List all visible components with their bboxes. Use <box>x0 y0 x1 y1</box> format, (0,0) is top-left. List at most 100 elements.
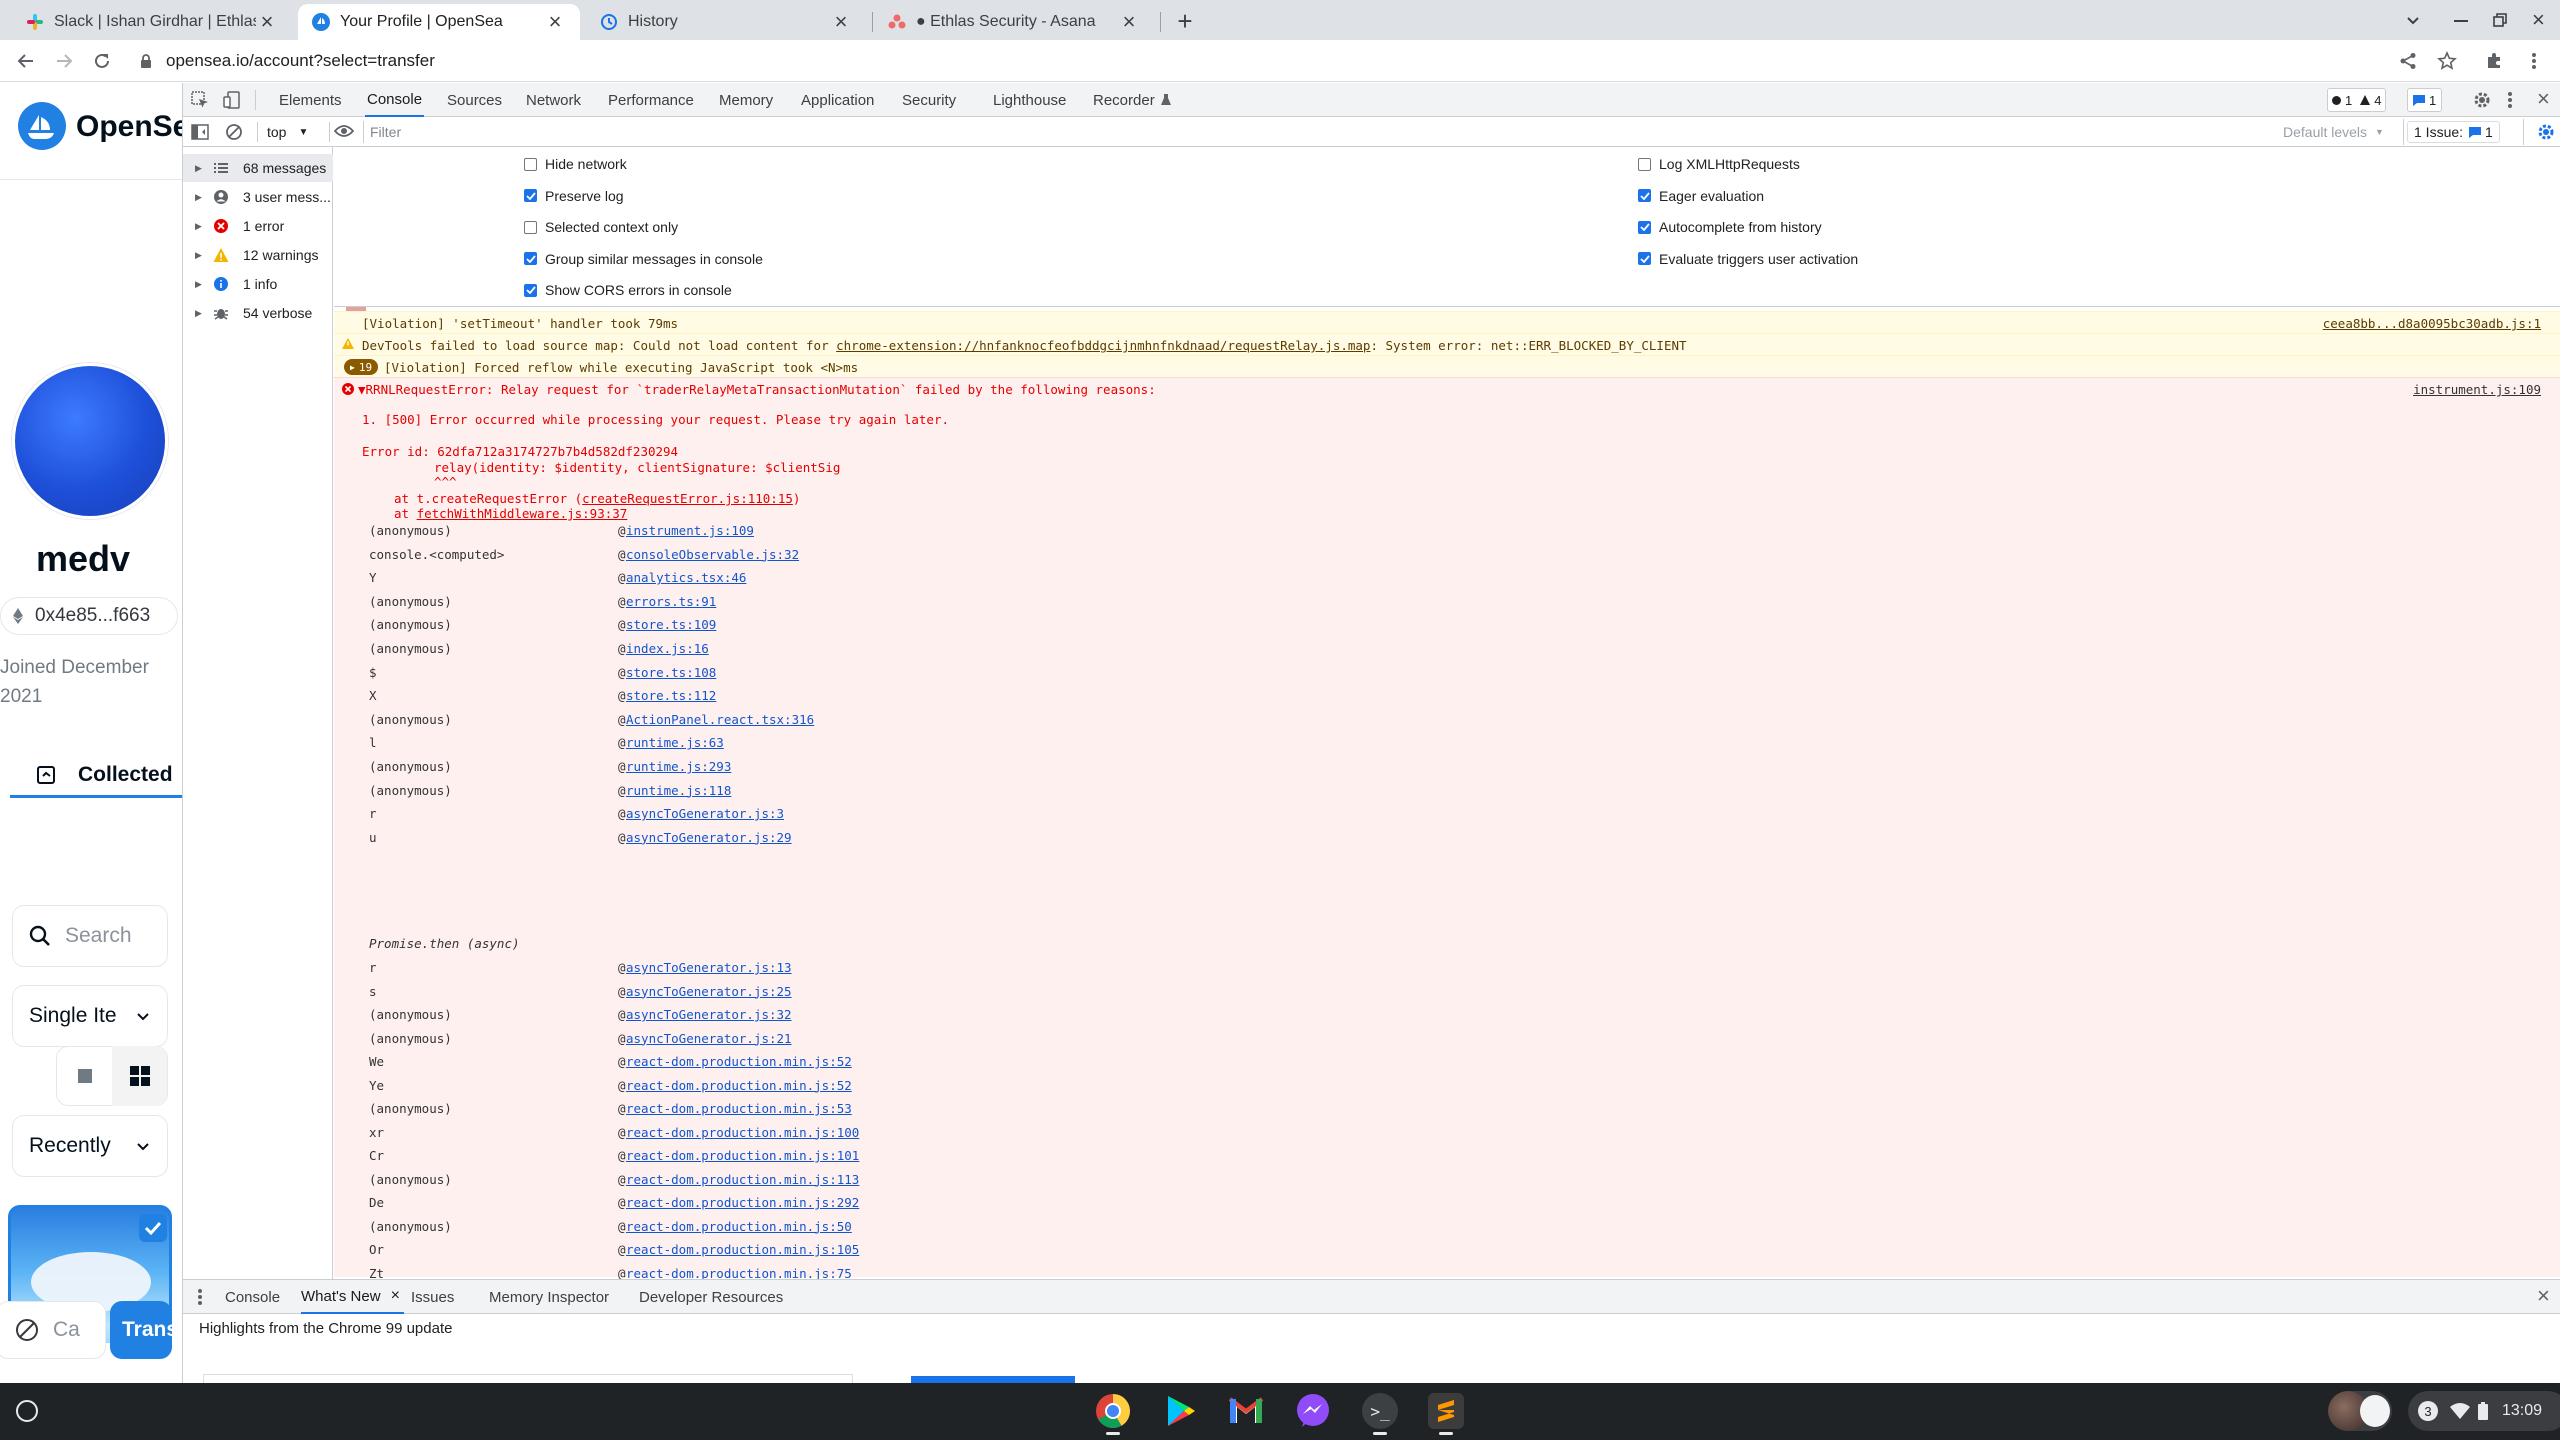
grid-view-icon[interactable] <box>112 1046 167 1106</box>
sidebar-filter-user[interactable]: ▶ 3 user mess... <box>183 183 333 211</box>
opensea-brand[interactable]: OpenSea <box>76 110 182 144</box>
console-settings-gear-icon[interactable] <box>2537 123 2555 141</box>
stack-source-link[interactable]: react-dom.production.min.js:113 <box>626 1172 859 1187</box>
setting-group-similar-messages-in-console[interactable]: Group similar messages in console <box>524 249 763 269</box>
tab-search-chevron-icon[interactable] <box>2405 12 2421 28</box>
context-selector[interactable]: top ▼ <box>267 121 308 143</box>
tab-opensea[interactable]: Your Profile | OpenSea × <box>298 4 580 40</box>
stack-source-link[interactable]: index.js:16 <box>626 641 709 656</box>
stack-source-link[interactable]: asyncToGenerator.js:3 <box>626 806 784 821</box>
drawer-tab-console[interactable]: Console <box>225 1280 280 1314</box>
stack-source-link[interactable]: react-dom.production.min.js:75 <box>626 1266 852 1280</box>
stack-source-link[interactable]: asyncToGenerator.js:32 <box>626 1007 792 1022</box>
forward-icon[interactable] <box>52 49 76 73</box>
drawer-tab-issues[interactable]: Issues <box>411 1280 454 1314</box>
setting-preserve-log[interactable]: Preserve log <box>524 186 624 206</box>
stack-source-link[interactable]: react-dom.production.min.js:105 <box>626 1242 859 1257</box>
devtools-tab-memory[interactable]: Memory <box>719 83 773 117</box>
stack-source-link[interactable]: consoleObservable.js:32 <box>626 547 799 562</box>
sidebar-filter-warning[interactable]: ▶ 12 warnings <box>183 241 333 269</box>
setting-show-cors-errors-in-console[interactable]: Show CORS errors in console <box>524 280 732 300</box>
search-input[interactable]: Search <box>12 905 168 967</box>
sidebar-filter-list[interactable]: ▶ 68 messages <box>183 154 333 182</box>
stack-source-link[interactable]: store.ts:108 <box>626 665 716 680</box>
close-tab-icon[interactable]: × <box>256 11 278 33</box>
expand-arrow-icon[interactable]: ▶ <box>195 279 202 290</box>
stack-source-link[interactable]: react-dom.production.min.js:52 <box>626 1078 852 1093</box>
list-view-icon[interactable] <box>57 1046 112 1106</box>
close-devtools-icon[interactable]: × <box>2537 87 2550 111</box>
issues-counter[interactable]: 1 <box>2407 88 2443 112</box>
expand-arrow-icon[interactable]: ▶ <box>195 192 202 203</box>
checkbox-checked-icon[interactable] <box>524 283 537 297</box>
sidebar-filter-bug[interactable]: ▶ 54 verbose <box>183 299 333 327</box>
devtools-tab-console[interactable]: Console <box>365 83 425 117</box>
close-tab-icon[interactable]: × <box>391 1287 400 1305</box>
setting-hide-network[interactable]: Hide network <box>524 154 627 174</box>
tab-history[interactable]: History × <box>586 4 866 40</box>
tab-asana[interactable]: ● Ethlas Security - Asana × <box>874 4 1154 40</box>
stack-source-link[interactable]: react-dom.production.min.js:52 <box>626 1054 852 1069</box>
expand-arrow-icon[interactable]: ▶ <box>195 221 202 232</box>
terminal-icon[interactable]: >_ <box>1362 1393 1398 1435</box>
bookmark-star-icon[interactable] <box>2435 49 2459 73</box>
checkbox-unchecked-icon[interactable] <box>1638 157 1651 171</box>
stack-link[interactable]: fetchWithMiddleware.js:93:37 <box>417 506 628 521</box>
stack-link[interactable]: createRequestError.js:110:15 <box>582 491 793 506</box>
setting-log-xmlhttprequests[interactable]: Log XMLHttpRequests <box>1638 154 1800 174</box>
stack-source-link[interactable]: errors.ts:91 <box>626 594 716 609</box>
launcher-icon[interactable] <box>16 1400 38 1422</box>
expand-arrow-icon[interactable]: ▶ <box>195 163 202 174</box>
address-bar[interactable]: opensea.io/account?select=transfer <box>140 45 2480 77</box>
reload-icon[interactable] <box>90 49 114 73</box>
stack-source-link[interactable]: asyncToGenerator.js:21 <box>626 1031 792 1046</box>
setting-evaluate-triggers-user-activation[interactable]: Evaluate triggers user activation <box>1638 249 1858 269</box>
expand-arrow-icon[interactable]: ▶ <box>195 308 202 319</box>
sort-dropdown[interactable]: Recently <box>12 1115 168 1177</box>
stack-source-link[interactable]: asyncToGenerator.js:29 <box>626 830 792 845</box>
stack-source-link[interactable]: react-dom.production.min.js:50 <box>626 1219 852 1234</box>
device-toolbar-icon[interactable] <box>223 91 241 109</box>
close-tab-icon[interactable]: × <box>544 11 566 33</box>
stack-source-link[interactable]: asyncToGenerator.js:25 <box>626 984 792 999</box>
avatar[interactable] <box>12 363 168 519</box>
cancel-button[interactable]: Ca <box>0 1301 106 1359</box>
close-drawer-icon[interactable]: × <box>2537 1284 2550 1308</box>
default-levels-dropdown[interactable]: Default levels ▼ <box>2283 121 2384 143</box>
stack-source-link[interactable]: react-dom.production.min.js:292 <box>626 1195 859 1210</box>
tab-collected[interactable]: Collected <box>10 754 182 798</box>
checkbox-checked-icon[interactable] <box>524 189 537 202</box>
error-source-link[interactable]: instrument.js:109 <box>2413 382 2541 397</box>
stack-source-link[interactable]: runtime.js:293 <box>626 759 731 774</box>
live-expression-eye-icon[interactable] <box>329 123 359 139</box>
stack-source-link[interactable]: asyncToGenerator.js:13 <box>626 960 792 975</box>
stack-source-link[interactable]: ActionPanel.react.tsx:316 <box>626 712 814 727</box>
devtools-tab-application[interactable]: Application <box>801 83 874 117</box>
transfer-button[interactable]: Trans <box>110 1301 172 1359</box>
restore-icon[interactable] <box>2492 12 2508 28</box>
chrome-icon[interactable] <box>1095 1393 1131 1435</box>
clear-console-icon[interactable] <box>225 123 243 141</box>
opensea-logo-icon[interactable] <box>18 102 66 150</box>
sourcemap-link[interactable]: chrome-extension://hnfanknocfeofbddgcijn… <box>836 338 1370 353</box>
checkbox-checked-icon[interactable] <box>1638 220 1651 234</box>
drawer-menu-icon[interactable] <box>197 1288 203 1306</box>
items-filter-dropdown[interactable]: Single Ite <box>12 985 168 1047</box>
stack-source-link[interactable]: store.ts:109 <box>626 617 716 632</box>
setting-autocomplete-from-history[interactable]: Autocomplete from history <box>1638 217 1822 237</box>
system-tray[interactable]: 3 13:09 <box>2408 1391 2560 1431</box>
messenger-icon[interactable] <box>1295 1393 1331 1429</box>
issues-button[interactable]: 1 Issue: 1 <box>2407 121 2500 143</box>
devtools-tab-recorder[interactable]: Recorder <box>1093 83 1171 117</box>
expand-arrow-icon[interactable]: ▶ <box>195 250 202 261</box>
minimize-icon[interactable] <box>2454 20 2468 22</box>
devtools-menu-icon[interactable] <box>2507 91 2513 109</box>
checkbox-checked-icon[interactable] <box>1638 252 1651 265</box>
checkbox-unchecked-icon[interactable] <box>524 157 537 171</box>
devtools-tab-lighthouse[interactable]: Lighthouse <box>993 83 1066 117</box>
sidebar-filter-error[interactable]: ▶ 1 error <box>183 212 333 240</box>
sublime-icon[interactable] <box>1428 1393 1464 1435</box>
setting-selected-context-only[interactable]: Selected context only <box>524 217 678 237</box>
checkbox-checked-icon[interactable] <box>524 252 537 265</box>
devtools-tab-performance[interactable]: Performance <box>608 83 694 117</box>
